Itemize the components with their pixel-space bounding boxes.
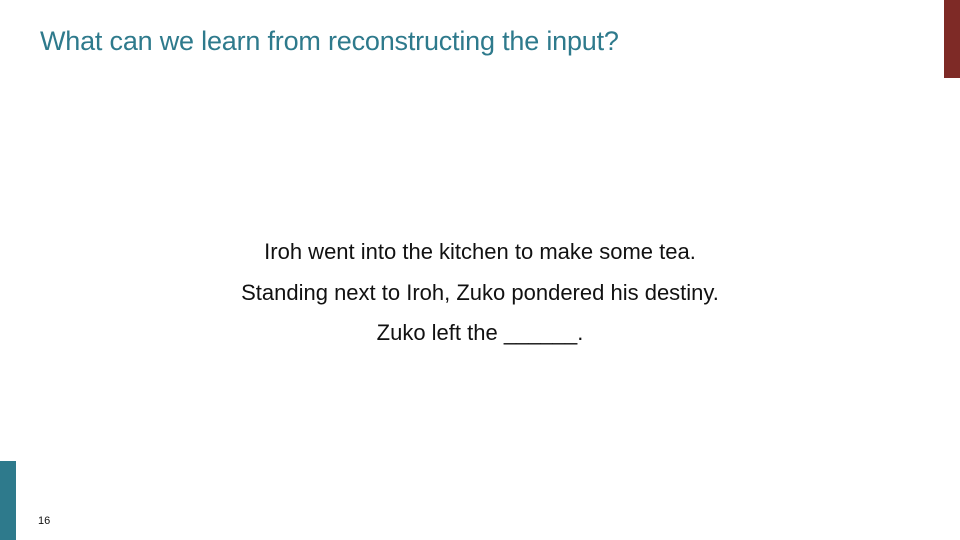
accent-bar-bottom-left — [0, 461, 16, 540]
slide: What can we learn from reconstructing th… — [0, 0, 960, 540]
body-line-1: Iroh went into the kitchen to make some … — [264, 239, 696, 264]
body-line-3: Zuko left the ______. — [376, 320, 584, 345]
slide-body: Iroh went into the kitchen to make some … — [0, 232, 960, 354]
slide-title: What can we learn from reconstructing th… — [40, 26, 619, 56]
page-number: 16 — [38, 515, 51, 527]
body-line-2: Standing next to Iroh, Zuko pondered his… — [241, 279, 719, 305]
accent-bar-top-right — [944, 0, 960, 78]
